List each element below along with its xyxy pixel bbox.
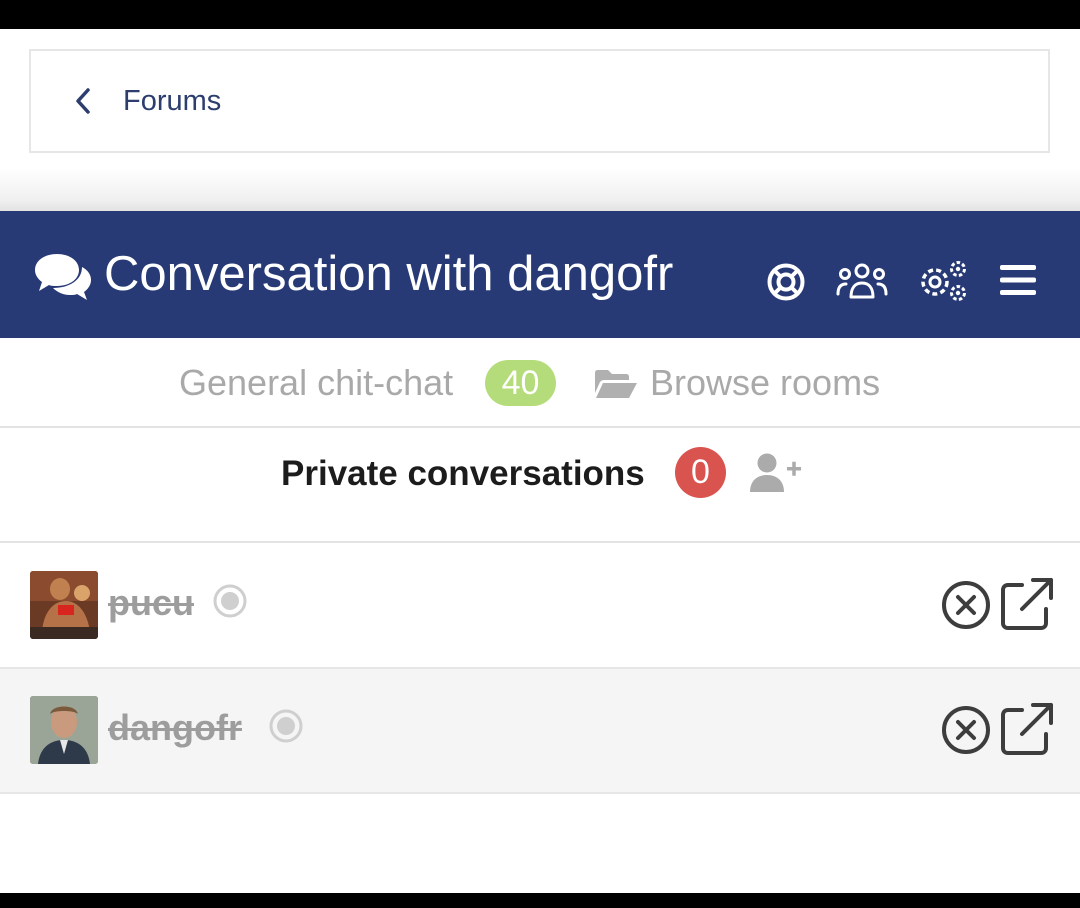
system-nav-bar: [0, 893, 1080, 908]
room-count-badge: 40: [485, 360, 556, 406]
current-room-link[interactable]: General chit-chat: [179, 360, 453, 406]
conversation-row[interactable]: dangofr: [0, 669, 1080, 794]
open-external-icon[interactable]: [1000, 702, 1054, 756]
conversation-username[interactable]: dangofr: [108, 705, 242, 751]
browse-rooms-link[interactable]: Browse rooms: [650, 360, 880, 406]
header-shadow: [0, 168, 1080, 213]
close-conversation-icon[interactable]: [940, 704, 992, 756]
gears-icon[interactable]: [917, 260, 969, 307]
avatar: [30, 696, 98, 764]
hamburger-menu-icon[interactable]: [999, 262, 1037, 303]
offline-status-icon: [213, 584, 247, 618]
system-status-bar: [0, 0, 1080, 29]
close-conversation-icon[interactable]: [940, 579, 992, 631]
chat-bubbles-icon: [33, 251, 93, 301]
open-external-icon[interactable]: [1000, 577, 1054, 631]
users-icon[interactable]: [836, 262, 888, 305]
avatar: [30, 571, 98, 639]
private-count-badge: 0: [675, 447, 726, 498]
conversation-username[interactable]: pucu: [108, 580, 194, 626]
private-conversations-title: Private conversations: [281, 454, 645, 493]
chevron-left-icon: [73, 86, 95, 116]
private-conversations-header: Private conversations 0: [0, 430, 1080, 543]
folder-open-icon[interactable]: [594, 369, 638, 399]
conversation-row[interactable]: pucu: [0, 544, 1080, 669]
rooms-bar: General chit-chat 40 Browse rooms: [0, 338, 1080, 428]
add-user-icon[interactable]: [750, 452, 802, 494]
breadcrumb[interactable]: Forums: [29, 49, 1050, 153]
conversation-title: Conversation with dangofr: [104, 247, 674, 301]
lifebuoy-icon[interactable]: [766, 262, 806, 307]
breadcrumb-forums-link[interactable]: Forums: [123, 85, 221, 118]
offline-status-icon: [269, 709, 303, 743]
